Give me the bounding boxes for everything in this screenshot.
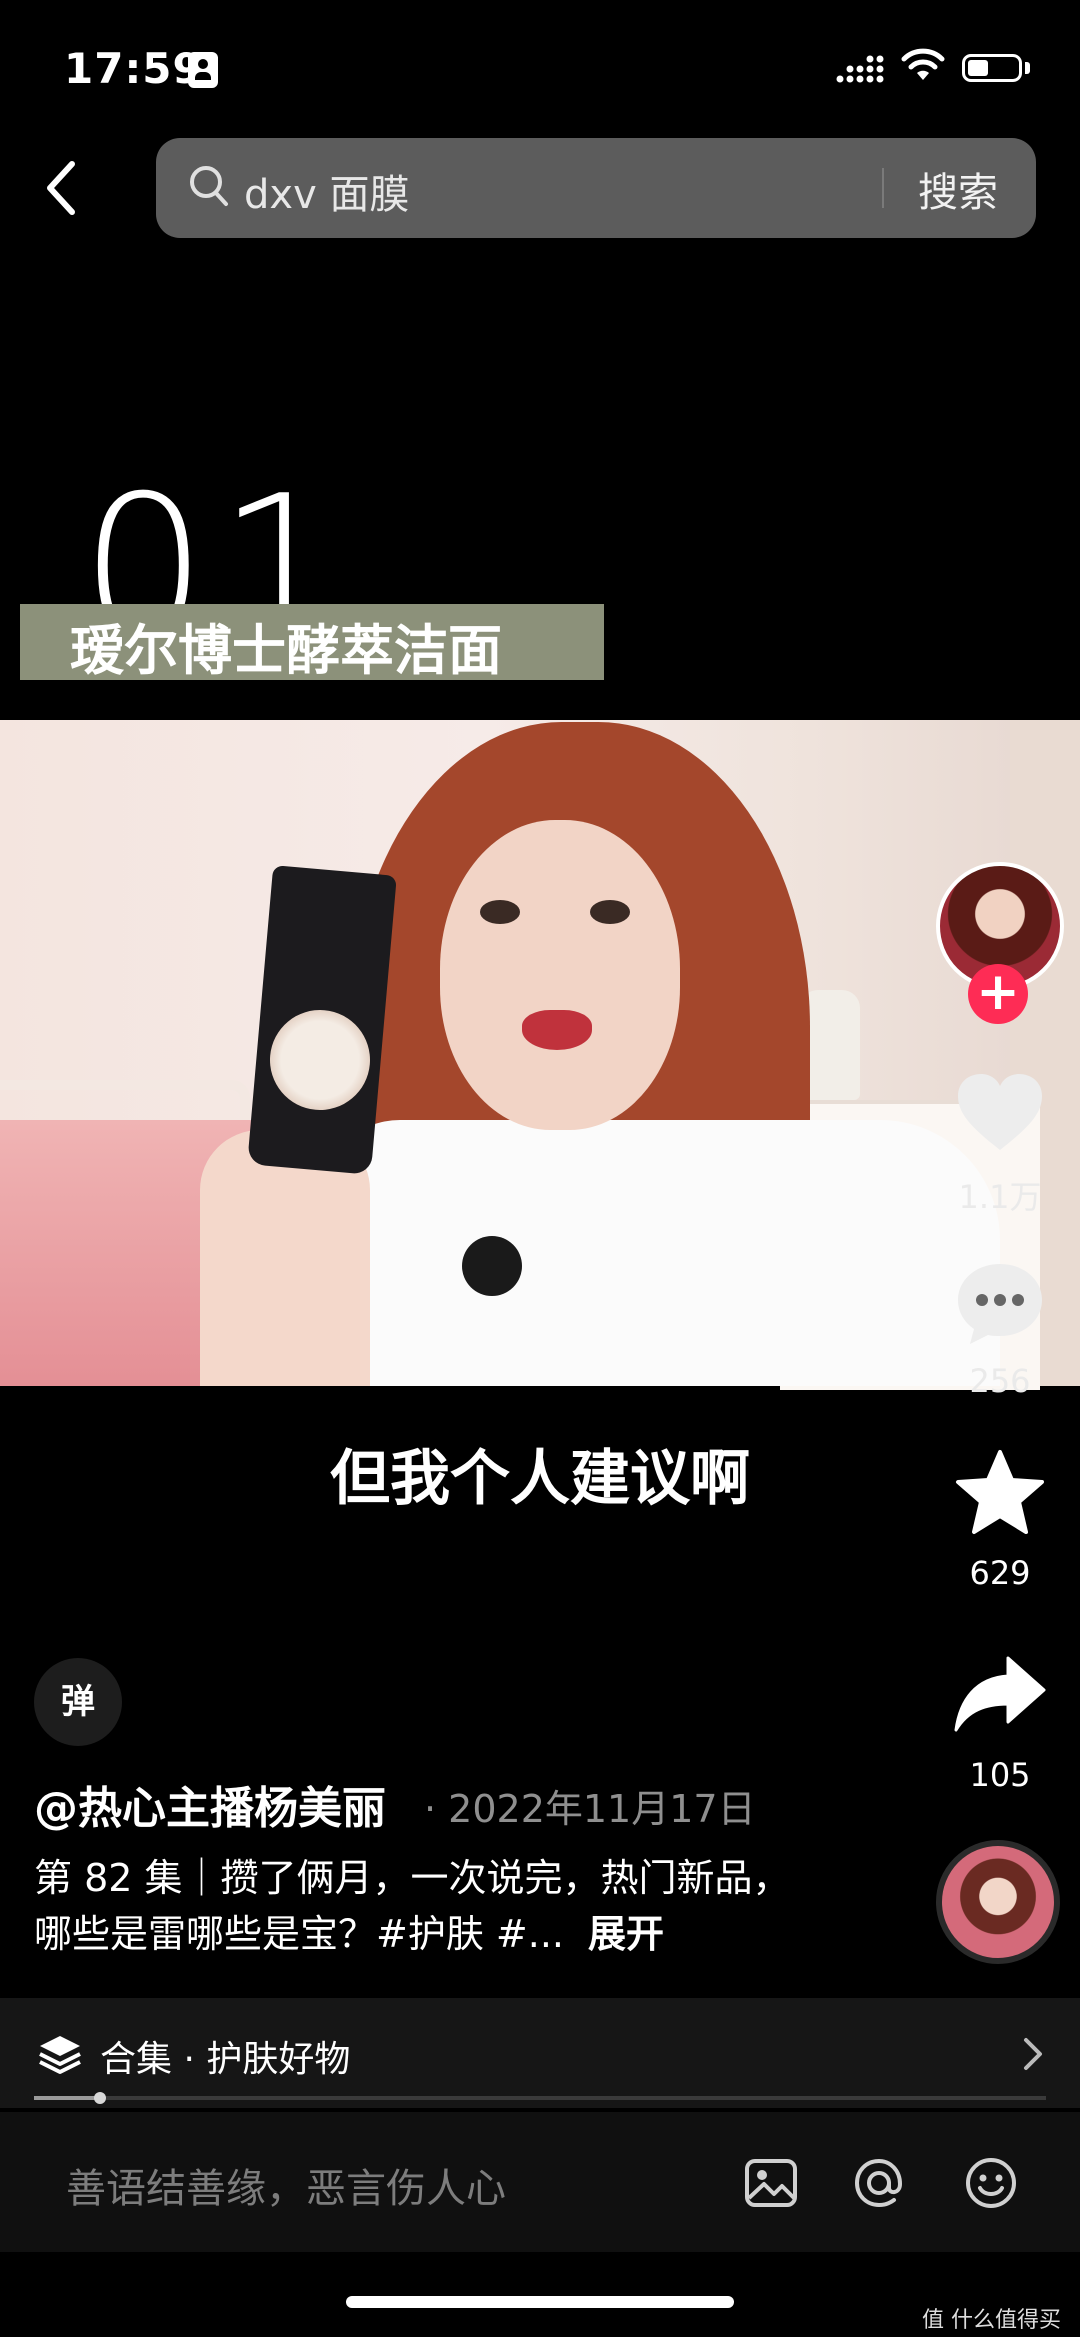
expand-link[interactable]: 展开 [588, 1912, 664, 1956]
favorite-count: 629 [969, 1554, 1031, 1592]
video-progress-knob[interactable] [94, 2092, 106, 2104]
danmu-toggle[interactable]: 弹 [34, 1658, 122, 1746]
product-caption: 瑷尔博士酵萃洁面 [70, 619, 502, 682]
watermark: 值 什么值得买 [922, 2308, 1061, 2333]
follow-button[interactable]: + [968, 964, 1028, 1024]
video-person-sweater [320, 1120, 1000, 1386]
search-icon [190, 166, 228, 206]
layers-icon [39, 2036, 81, 2074]
wifi-icon [901, 48, 945, 80]
music-disc-avatar[interactable] [936, 1840, 1060, 1964]
video-person-eye [480, 900, 520, 924]
video-progress-track[interactable] [34, 2096, 1046, 2100]
comment-icon[interactable] [952, 1258, 1048, 1348]
back-arrow-icon[interactable] [40, 158, 84, 218]
video-microphone [462, 1236, 522, 1296]
heart-icon[interactable] [952, 1068, 1048, 1158]
author-name[interactable]: @热心主播杨美丽 [34, 1772, 386, 1836]
video-person-mouth [522, 1010, 592, 1050]
battery-icon [962, 54, 1022, 82]
image-icon[interactable] [742, 2154, 800, 2212]
emoji-icon[interactable] [962, 2154, 1020, 2212]
home-indicator[interactable] [346, 2296, 734, 2308]
contact-card-icon [188, 52, 218, 88]
video-person-eye [590, 900, 630, 924]
chevron-right-icon[interactable] [1018, 2034, 1046, 2074]
description-text: 第 82 集｜攒了俩月，一次说完，热门新品，哪些是雷哪些是宝？#护肤 #... [34, 1856, 791, 1956]
post-description: 第 82 集｜攒了俩月，一次说完，热门新品，哪些是雷哪些是宝？#护肤 #... 展… [34, 1850, 824, 1962]
share-count: 105 [969, 1756, 1031, 1794]
video-person-face [440, 820, 680, 1130]
like-count: 1.1万 [958, 1178, 1042, 1216]
post-date: · 2022年11月17日 [424, 1787, 756, 1831]
search-button[interactable]: 搜索 [918, 160, 998, 218]
search-query[interactable]: dxv 面膜 [244, 162, 409, 220]
cellular-signal-icon [836, 55, 884, 83]
star-icon[interactable] [952, 1448, 1048, 1538]
comment-count: 256 [969, 1362, 1031, 1400]
share-arrow-icon[interactable] [952, 1652, 1048, 1742]
battery-tip [1025, 62, 1030, 74]
collection-label[interactable]: 合集 · 护肤好物 [100, 2030, 350, 2082]
at-mention-icon[interactable] [850, 2154, 908, 2212]
search-divider [882, 168, 884, 208]
status-time: 17:59 [64, 44, 203, 93]
video-progress-fill [34, 2096, 100, 2100]
video-subtitle: 但我个人建议啊 [330, 1444, 750, 1514]
comment-input[interactable]: 善语结善缘，恶言伤人心 [66, 2156, 506, 2214]
